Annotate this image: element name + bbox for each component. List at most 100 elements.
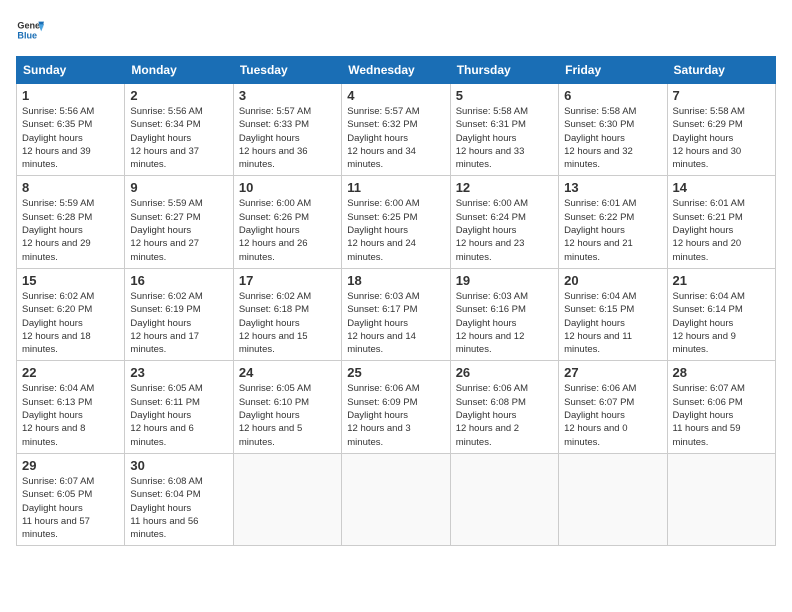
day-info: Sunrise: 6:03 AMSunset: 6:16 PMDaylight … [456, 290, 553, 356]
logo: General Blue [16, 16, 48, 44]
calendar-day-30: 30 Sunrise: 6:08 AMSunset: 6:04 PMDaylig… [125, 453, 233, 545]
day-info: Sunrise: 6:06 AMSunset: 6:07 PMDaylight … [564, 382, 661, 448]
day-info: Sunrise: 6:07 AMSunset: 6:06 PMDaylight … [673, 382, 770, 448]
day-info: Sunrise: 6:04 AMSunset: 6:13 PMDaylight … [22, 382, 119, 448]
day-number: 9 [130, 180, 227, 195]
calendar-day-28: 28 Sunrise: 6:07 AMSunset: 6:06 PMDaylig… [667, 361, 775, 453]
day-info: Sunrise: 6:03 AMSunset: 6:17 PMDaylight … [347, 290, 444, 356]
day-info: Sunrise: 5:56 AMSunset: 6:34 PMDaylight … [130, 105, 227, 171]
calendar-day-2: 2 Sunrise: 5:56 AMSunset: 6:34 PMDayligh… [125, 84, 233, 176]
day-info: Sunrise: 5:59 AMSunset: 6:27 PMDaylight … [130, 197, 227, 263]
calendar-day-18: 18 Sunrise: 6:03 AMSunset: 6:17 PMDaylig… [342, 268, 450, 360]
calendar-header-thursday: Thursday [450, 57, 558, 84]
calendar-day-3: 3 Sunrise: 5:57 AMSunset: 6:33 PMDayligh… [233, 84, 341, 176]
calendar-header-sunday: Sunday [17, 57, 125, 84]
calendar-day-13: 13 Sunrise: 6:01 AMSunset: 6:22 PMDaylig… [559, 176, 667, 268]
day-info: Sunrise: 6:08 AMSunset: 6:04 PMDaylight … [130, 475, 227, 541]
day-number: 27 [564, 365, 661, 380]
day-number: 16 [130, 273, 227, 288]
calendar-day-9: 9 Sunrise: 5:59 AMSunset: 6:27 PMDayligh… [125, 176, 233, 268]
day-number: 2 [130, 88, 227, 103]
day-number: 10 [239, 180, 336, 195]
day-number: 14 [673, 180, 770, 195]
day-number: 25 [347, 365, 444, 380]
calendar-row: 22 Sunrise: 6:04 AMSunset: 6:13 PMDaylig… [17, 361, 776, 453]
calendar-day-20: 20 Sunrise: 6:04 AMSunset: 6:15 PMDaylig… [559, 268, 667, 360]
svg-text:Blue: Blue [17, 30, 37, 40]
day-info: Sunrise: 5:56 AMSunset: 6:35 PMDaylight … [22, 105, 119, 171]
day-number: 8 [22, 180, 119, 195]
day-number: 11 [347, 180, 444, 195]
day-number: 13 [564, 180, 661, 195]
day-info: Sunrise: 6:06 AMSunset: 6:08 PMDaylight … [456, 382, 553, 448]
calendar-day-29: 29 Sunrise: 6:07 AMSunset: 6:05 PMDaylig… [17, 453, 125, 545]
day-number: 18 [347, 273, 444, 288]
calendar-day-17: 17 Sunrise: 6:02 AMSunset: 6:18 PMDaylig… [233, 268, 341, 360]
calendar-day-26: 26 Sunrise: 6:06 AMSunset: 6:08 PMDaylig… [450, 361, 558, 453]
calendar-day-12: 12 Sunrise: 6:00 AMSunset: 6:24 PMDaylig… [450, 176, 558, 268]
empty-cell [559, 453, 667, 545]
day-number: 26 [456, 365, 553, 380]
calendar-header-wednesday: Wednesday [342, 57, 450, 84]
day-number: 6 [564, 88, 661, 103]
empty-cell [450, 453, 558, 545]
calendar-header-friday: Friday [559, 57, 667, 84]
calendar-day-6: 6 Sunrise: 5:58 AMSunset: 6:30 PMDayligh… [559, 84, 667, 176]
day-info: Sunrise: 5:57 AMSunset: 6:33 PMDaylight … [239, 105, 336, 171]
calendar-row: 8 Sunrise: 5:59 AMSunset: 6:28 PMDayligh… [17, 176, 776, 268]
empty-cell [342, 453, 450, 545]
day-number: 29 [22, 458, 119, 473]
calendar-day-4: 4 Sunrise: 5:57 AMSunset: 6:32 PMDayligh… [342, 84, 450, 176]
calendar-day-15: 15 Sunrise: 6:02 AMSunset: 6:20 PMDaylig… [17, 268, 125, 360]
calendar-table: SundayMondayTuesdayWednesdayThursdayFrid… [16, 56, 776, 546]
calendar-day-1: 1 Sunrise: 5:56 AMSunset: 6:35 PMDayligh… [17, 84, 125, 176]
day-info: Sunrise: 6:00 AMSunset: 6:26 PMDaylight … [239, 197, 336, 263]
calendar-header-row: SundayMondayTuesdayWednesdayThursdayFrid… [17, 57, 776, 84]
day-number: 17 [239, 273, 336, 288]
day-info: Sunrise: 6:04 AMSunset: 6:15 PMDaylight … [564, 290, 661, 356]
day-info: Sunrise: 6:05 AMSunset: 6:10 PMDaylight … [239, 382, 336, 448]
day-number: 30 [130, 458, 227, 473]
page-header: General Blue [16, 16, 776, 44]
calendar-header-tuesday: Tuesday [233, 57, 341, 84]
day-info: Sunrise: 6:04 AMSunset: 6:14 PMDaylight … [673, 290, 770, 356]
day-number: 4 [347, 88, 444, 103]
calendar-day-7: 7 Sunrise: 5:58 AMSunset: 6:29 PMDayligh… [667, 84, 775, 176]
day-number: 22 [22, 365, 119, 380]
day-info: Sunrise: 5:59 AMSunset: 6:28 PMDaylight … [22, 197, 119, 263]
calendar-day-24: 24 Sunrise: 6:05 AMSunset: 6:10 PMDaylig… [233, 361, 341, 453]
day-info: Sunrise: 5:58 AMSunset: 6:31 PMDaylight … [456, 105, 553, 171]
calendar-day-5: 5 Sunrise: 5:58 AMSunset: 6:31 PMDayligh… [450, 84, 558, 176]
day-info: Sunrise: 6:00 AMSunset: 6:25 PMDaylight … [347, 197, 444, 263]
day-number: 28 [673, 365, 770, 380]
calendar-day-27: 27 Sunrise: 6:06 AMSunset: 6:07 PMDaylig… [559, 361, 667, 453]
day-info: Sunrise: 6:01 AMSunset: 6:22 PMDaylight … [564, 197, 661, 263]
day-number: 3 [239, 88, 336, 103]
logo-icon: General Blue [16, 16, 44, 44]
day-number: 12 [456, 180, 553, 195]
calendar-row: 29 Sunrise: 6:07 AMSunset: 6:05 PMDaylig… [17, 453, 776, 545]
day-number: 19 [456, 273, 553, 288]
calendar-header-saturday: Saturday [667, 57, 775, 84]
day-info: Sunrise: 6:05 AMSunset: 6:11 PMDaylight … [130, 382, 227, 448]
empty-cell [667, 453, 775, 545]
calendar-day-8: 8 Sunrise: 5:59 AMSunset: 6:28 PMDayligh… [17, 176, 125, 268]
calendar-day-22: 22 Sunrise: 6:04 AMSunset: 6:13 PMDaylig… [17, 361, 125, 453]
day-number: 7 [673, 88, 770, 103]
day-info: Sunrise: 6:01 AMSunset: 6:21 PMDaylight … [673, 197, 770, 263]
calendar-day-21: 21 Sunrise: 6:04 AMSunset: 6:14 PMDaylig… [667, 268, 775, 360]
day-number: 24 [239, 365, 336, 380]
calendar-day-19: 19 Sunrise: 6:03 AMSunset: 6:16 PMDaylig… [450, 268, 558, 360]
calendar-row: 15 Sunrise: 6:02 AMSunset: 6:20 PMDaylig… [17, 268, 776, 360]
calendar-day-11: 11 Sunrise: 6:00 AMSunset: 6:25 PMDaylig… [342, 176, 450, 268]
calendar-day-10: 10 Sunrise: 6:00 AMSunset: 6:26 PMDaylig… [233, 176, 341, 268]
day-info: Sunrise: 6:02 AMSunset: 6:20 PMDaylight … [22, 290, 119, 356]
day-info: Sunrise: 6:06 AMSunset: 6:09 PMDaylight … [347, 382, 444, 448]
day-number: 21 [673, 273, 770, 288]
day-number: 23 [130, 365, 227, 380]
day-info: Sunrise: 5:58 AMSunset: 6:29 PMDaylight … [673, 105, 770, 171]
calendar-row: 1 Sunrise: 5:56 AMSunset: 6:35 PMDayligh… [17, 84, 776, 176]
day-info: Sunrise: 6:00 AMSunset: 6:24 PMDaylight … [456, 197, 553, 263]
calendar-header-monday: Monday [125, 57, 233, 84]
day-number: 1 [22, 88, 119, 103]
